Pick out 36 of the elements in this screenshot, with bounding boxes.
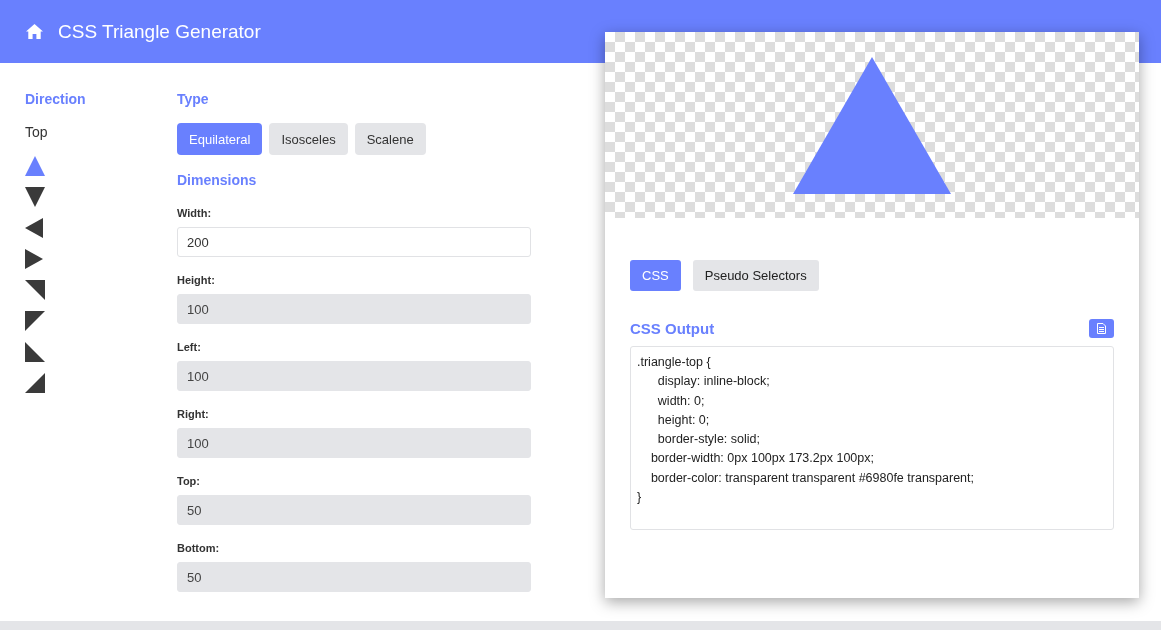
triangle-bottom-icon[interactable] — [25, 187, 45, 207]
code-line: border-color: transparent transparent #6980fe transparent; — [649, 469, 975, 487]
copy-button[interactable] — [1089, 319, 1114, 338]
dimension-input[interactable]: 200 — [177, 227, 531, 257]
type-button[interactable]: Isosceles — [269, 123, 348, 155]
triangle-bottom-left-icon[interactable] — [25, 342, 45, 362]
code-line: .triangle-top { — [637, 354, 712, 371]
document-icon — [1097, 323, 1106, 334]
field-label: Top: — [177, 475, 201, 487]
code-line: display: inline-block; — [656, 373, 771, 391]
home-icon[interactable] — [26, 24, 43, 39]
triangle-right-icon[interactable] — [25, 249, 45, 269]
triangle-left-icon[interactable] — [25, 218, 45, 238]
direction-heading: Direction — [25, 91, 87, 107]
field-label: Width: — [177, 207, 213, 219]
triangle-top-icon[interactable] — [25, 156, 45, 176]
app-title: CSS Triangle Generator — [58, 20, 261, 43]
type-heading: Type — [177, 91, 210, 107]
triangle-top-left-icon[interactable] — [25, 280, 45, 300]
code-line: } — [637, 489, 643, 507]
field-label: Height: — [177, 274, 216, 286]
output-heading: CSS Output — [630, 320, 715, 337]
code-line: height: 0; — [656, 411, 711, 429]
code-line: width: 0; — [656, 392, 706, 410]
code-line: border-width: 0px 100px 173.2px 100px; — [649, 450, 875, 468]
type-button[interactable]: Scalene — [354, 123, 426, 155]
field-label: Bottom: — [177, 542, 221, 554]
triangle-bottom-right-icon[interactable] — [25, 373, 45, 393]
triangle-top-right-icon[interactable] — [25, 311, 45, 331]
output-tab[interactable]: Pseudo Selectors — [692, 260, 819, 291]
direction-label: Top — [25, 124, 49, 140]
css-output-textarea[interactable]: .triangle-top { display: inline-block; width: 0; height: 0; border-style: solid; border-width: 0px 100px 173.2px 100px; border-color: transparent transparent #6980fe transparent; } — [630, 346, 1114, 530]
field-label: Right: — [177, 408, 210, 420]
code-line: border-style: solid; — [656, 431, 761, 449]
field-label: Left: — [177, 341, 202, 353]
dimensions-heading: Dimensions — [177, 172, 258, 188]
